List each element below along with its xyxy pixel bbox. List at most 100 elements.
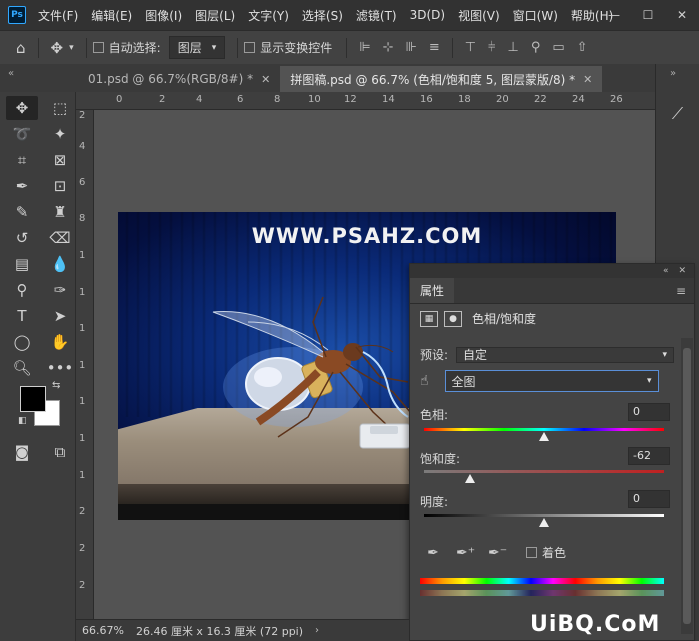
photoshop-logo[interactable]: Ps	[8, 6, 26, 24]
path-select-tool-icon[interactable]: ➤	[44, 304, 76, 328]
preset-dropdown[interactable]: 自定 ▾	[456, 346, 674, 363]
menu-file[interactable]: 文件(F)	[38, 7, 78, 24]
close-icon[interactable]: ✕	[261, 73, 270, 86]
workspace-icon[interactable]: ▭	[552, 40, 564, 55]
collapse-panel-icon[interactable]: «	[663, 266, 669, 276]
menu-view[interactable]: 视图(V)	[458, 7, 500, 24]
menu-type[interactable]: 文字(Y)	[248, 7, 289, 24]
hue-slider-track[interactable]	[424, 428, 664, 431]
menu-edit[interactable]: 编辑(E)	[91, 7, 132, 24]
swap-colors-icon[interactable]: ⇆	[52, 380, 60, 391]
crop-tool-icon[interactable]: ⌗	[6, 148, 38, 172]
panel-header: « ✕	[410, 264, 694, 278]
magic-wand-tool-icon[interactable]: ✦	[44, 122, 76, 146]
marquee-tool-icon[interactable]: ⬚	[44, 96, 76, 120]
saturation-input[interactable]: -62	[628, 447, 670, 465]
share-icon[interactable]: ⇧	[577, 40, 588, 55]
lightness-slider-track[interactable]	[424, 514, 664, 517]
align-right-icon[interactable]: ⊪	[405, 40, 416, 55]
ellipse-tool-icon[interactable]: ◯	[6, 330, 38, 354]
adjustment-title: 色相/饱和度	[472, 312, 537, 326]
align-left-icon[interactable]: ⊫	[359, 40, 370, 55]
zoom-tool-icon[interactable]: 🔍︎	[6, 356, 38, 380]
stamp-tool-icon[interactable]: ♜	[44, 200, 76, 224]
eyedropper-tool-icon[interactable]: ✒	[6, 174, 38, 198]
spot-heal-tool-icon[interactable]: ⊡	[44, 174, 76, 198]
eyedropper-icon[interactable]: ✒	[424, 545, 442, 561]
hand-tool-icon[interactable]: ✋	[44, 330, 76, 354]
align-center-icon[interactable]: ⊹	[383, 40, 394, 55]
menu-3d[interactable]: 3D(D)	[410, 8, 445, 22]
hue-slider-thumb[interactable]	[539, 432, 549, 441]
hue-input[interactable]: 0	[628, 403, 670, 421]
quick-mask-icon[interactable]: ◙	[10, 440, 34, 464]
lasso-tool-icon[interactable]: ➰	[6, 122, 38, 146]
mask-icon[interactable]: ●	[444, 310, 462, 327]
screen-mode-icon[interactable]: ⧉	[48, 440, 72, 464]
auto-select-checkbox[interactable]	[92, 42, 104, 53]
adjustment-icon[interactable]: ▦	[420, 310, 438, 327]
ruler-label: 2	[79, 110, 86, 121]
preset-label: 预设:	[420, 348, 449, 362]
align-bottom-icon[interactable]: ⊥	[508, 40, 519, 55]
lightness-input[interactable]: 0	[628, 490, 670, 508]
menu-image[interactable]: 图像(I)	[145, 7, 182, 24]
tab-01-psd[interactable]: 01.psd @ 66.7%(RGB/8#) * ✕	[78, 66, 281, 92]
ruler-label: 26	[610, 94, 623, 105]
colorize-checkbox[interactable]	[526, 547, 537, 558]
panel-scrollbar[interactable]	[681, 338, 693, 634]
panel-menu-icon[interactable]: ≡	[676, 278, 694, 303]
close-icon[interactable]: ✕	[583, 73, 592, 86]
tab-pintugao-psd[interactable]: 拼图稿.psd @ 66.7% (色相/饱和度 5, 图层蒙版/8) * ✕	[280, 66, 603, 92]
maximize-button[interactable]: ☐	[631, 8, 665, 22]
search-icon[interactable]: ⚲	[531, 40, 541, 55]
lightness-slider-thumb[interactable]	[539, 518, 549, 527]
saturation-slider-track[interactable]	[424, 470, 664, 473]
minimize-button[interactable]: —	[597, 8, 631, 22]
foreground-color-swatch[interactable]	[20, 386, 46, 412]
ruler-label: 6	[237, 94, 244, 105]
default-colors-icon[interactable]: ◧	[18, 416, 27, 426]
type-tool-icon[interactable]: T	[6, 304, 38, 328]
menu-window[interactable]: 窗口(W)	[513, 7, 558, 24]
move-tool-icon[interactable]: ✥	[51, 39, 64, 57]
gradient-tool-icon[interactable]: ▤	[6, 252, 38, 276]
distribute-icon[interactable]: ≡	[429, 40, 440, 55]
range-dropdown[interactable]: 全图 ▾	[444, 370, 659, 392]
eraser-tool-icon[interactable]: ⌫	[44, 226, 76, 250]
home-icon[interactable]: ⌂	[16, 39, 26, 57]
collapse-toolbox-icon[interactable]: «	[0, 64, 78, 92]
pen-tool-icon[interactable]: ✑	[44, 278, 76, 302]
ruler-label: 2	[79, 506, 86, 517]
saturation-slider-thumb[interactable]	[464, 474, 475, 483]
chevron-right-icon[interactable]: ›	[315, 625, 319, 636]
chevron-down-icon[interactable]: ▾	[69, 43, 74, 53]
move-tool-icon[interactable]: ✥	[6, 96, 38, 120]
dodge-tool-icon[interactable]: ⚲	[6, 278, 38, 302]
align-middle-icon[interactable]: ⫩	[488, 40, 495, 55]
tab-properties[interactable]: 属性	[410, 278, 455, 303]
properties-panel-icon[interactable]: ⟋	[662, 99, 694, 129]
brush-tool-icon[interactable]: ✎	[6, 200, 38, 224]
eyedropper-plus-icon[interactable]: ✒⁺	[456, 545, 475, 561]
close-icon[interactable]: ✕	[678, 266, 686, 276]
auto-select-dropdown[interactable]: 图层 ▾	[168, 36, 226, 59]
show-transform-checkbox[interactable]	[244, 42, 256, 53]
menu-select[interactable]: 选择(S)	[302, 7, 343, 24]
scrollbar-thumb[interactable]	[683, 348, 691, 624]
blur-tool-icon[interactable]: 💧	[44, 252, 76, 276]
align-top-icon[interactable]: ⊤	[465, 40, 476, 55]
targeted-adjustment-icon[interactable]: ☝	[420, 373, 429, 389]
more-tools-icon[interactable]: •••	[44, 356, 76, 380]
zoom-level[interactable]: 66.67%	[82, 624, 124, 637]
divider	[346, 37, 348, 58]
close-button[interactable]: ✕	[665, 8, 699, 22]
divider	[85, 37, 87, 58]
eyedropper-minus-icon[interactable]: ✒⁻	[488, 545, 507, 561]
ruler-label: 20	[496, 94, 509, 105]
history-brush-tool-icon[interactable]: ↺	[6, 226, 38, 250]
menu-filter[interactable]: 滤镜(T)	[356, 7, 397, 24]
menu-layer[interactable]: 图层(L)	[195, 7, 235, 24]
frame-tool-icon[interactable]: ⊠	[44, 148, 76, 172]
collapse-dock-icon[interactable]: »	[656, 64, 699, 83]
